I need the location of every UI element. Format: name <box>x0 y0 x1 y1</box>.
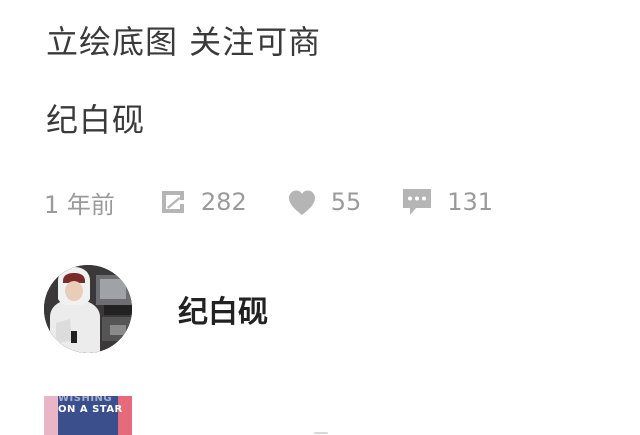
post-meta-row: 1 年前 282 55 131 <box>44 184 533 220</box>
comment-count: 131 <box>447 188 494 216</box>
author-card[interactable]: 纪白砚 <box>44 265 268 353</box>
heart-icon <box>288 190 315 215</box>
scroll-indicator <box>314 432 328 434</box>
author-name[interactable]: 纪白砚 <box>178 287 268 331</box>
post-image-thumbnail[interactable]: WISHING ON A STAR <box>44 396 132 435</box>
like-button[interactable]: 55 <box>287 188 362 216</box>
reblog-icon <box>161 191 184 213</box>
avatar[interactable] <box>44 265 132 353</box>
reblog-count: 282 <box>200 188 247 216</box>
post-title: 立绘底图 关注可商 <box>46 23 322 61</box>
like-count: 55 <box>330 188 362 216</box>
comment-button[interactable]: 131 <box>401 187 493 217</box>
reblog-button[interactable]: 282 <box>159 188 247 216</box>
thumbnail-caption: WISHING ON A STAR <box>58 396 123 415</box>
post-body-text: 纪白砚 <box>46 101 146 139</box>
post-time: 1 年前 <box>44 190 115 219</box>
comment-icon <box>403 189 432 215</box>
